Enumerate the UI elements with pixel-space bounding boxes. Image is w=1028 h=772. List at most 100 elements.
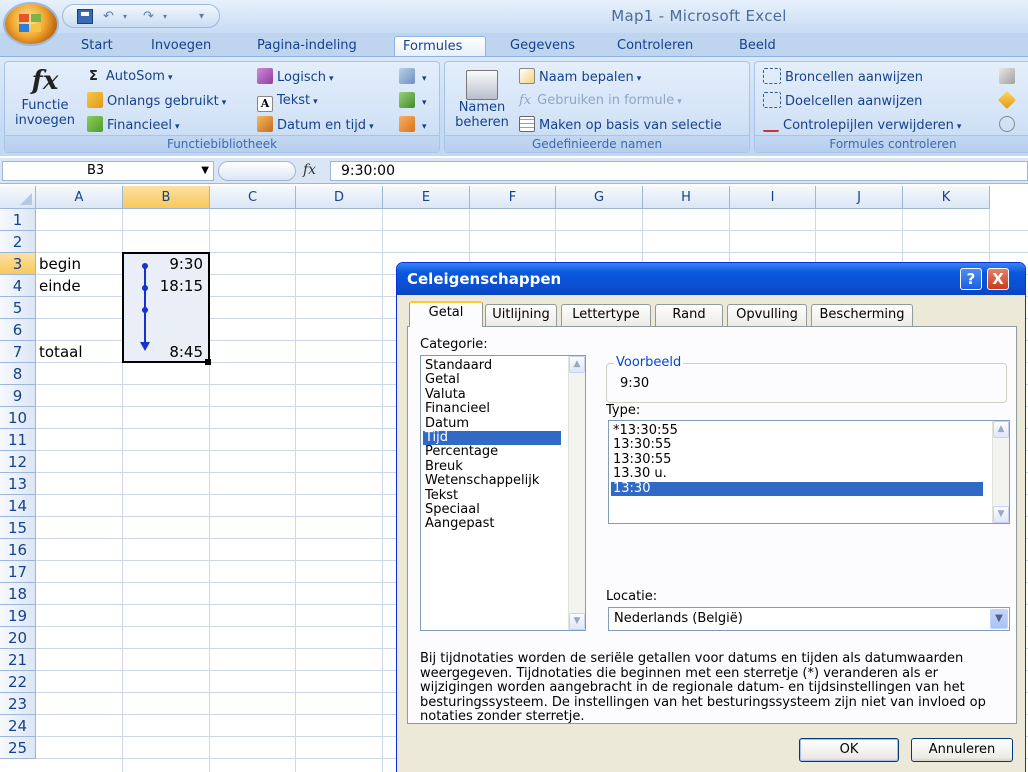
- row-header-8[interactable]: 8: [0, 363, 36, 385]
- financial-button[interactable]: Financieel ▾: [87, 116, 180, 134]
- logical-button[interactable]: Logisch ▾: [257, 68, 334, 86]
- locale-select[interactable]: Nederlands (België) ▼: [608, 607, 1010, 631]
- row-header-12[interactable]: 12: [0, 451, 36, 473]
- trace-dependents-button[interactable]: Doelcellen aanwijzen: [763, 92, 922, 110]
- recent-button[interactable]: Onlangs gebruikt ▾: [87, 92, 226, 110]
- column-header-g[interactable]: G: [556, 186, 643, 209]
- tab-controleren[interactable]: Controleren: [609, 36, 701, 58]
- type-item[interactable]: 13:30: [611, 481, 983, 496]
- row-header-23[interactable]: 23: [0, 693, 36, 715]
- formula-input[interactable]: 9:30:00: [330, 161, 1028, 181]
- category-scrollbar[interactable]: ▲ ▼: [568, 356, 585, 630]
- column-header-a[interactable]: A: [36, 186, 123, 209]
- tab-rand[interactable]: Rand: [655, 304, 723, 326]
- type-scrollbar[interactable]: ▲ ▼: [992, 421, 1009, 523]
- cell-b7[interactable]: 8:45: [126, 341, 207, 363]
- office-button[interactable]: [5, 4, 57, 44]
- category-item-breuk[interactable]: Breuk: [425, 459, 463, 474]
- row-header-10[interactable]: 10: [0, 407, 36, 429]
- math-button[interactable]: ▾: [399, 92, 427, 110]
- datetime-button[interactable]: Datum en tijd ▾: [257, 116, 374, 134]
- type-item[interactable]: 13.30 u.: [613, 467, 667, 481]
- type-item[interactable]: *13:30:55: [613, 424, 678, 438]
- column-header-i[interactable]: I: [730, 186, 816, 209]
- column-header-b[interactable]: B: [123, 186, 210, 209]
- category-item-valuta[interactable]: Valuta: [425, 387, 466, 402]
- category-item-aangepast[interactable]: Aangepast: [425, 517, 494, 531]
- tab-formules[interactable]: Formules: [394, 36, 486, 58]
- help-button[interactable]: ?: [960, 268, 982, 290]
- tab-opvulling[interactable]: Opvulling: [727, 304, 807, 326]
- chevron-down-icon[interactable]: ▼: [990, 609, 1008, 629]
- lookup-button[interactable]: ▾: [399, 68, 427, 86]
- row-header-1[interactable]: 1: [0, 209, 36, 231]
- type-item[interactable]: 13:30:55: [613, 452, 671, 467]
- row-header-6[interactable]: 6: [0, 319, 36, 341]
- tab-pagina-indeling[interactable]: Pagina-indeling: [249, 36, 365, 58]
- row-header-16[interactable]: 16: [0, 539, 36, 561]
- name-manager-button[interactable]: Namen beheren: [449, 66, 515, 134]
- row-header-5[interactable]: 5: [0, 297, 36, 319]
- column-header-k[interactable]: K: [903, 186, 990, 209]
- select-all-button[interactable]: [0, 186, 36, 209]
- scroll-down-icon[interactable]: ▼: [993, 506, 1009, 523]
- category-item-financieel[interactable]: Financieel: [425, 402, 490, 416]
- tab-start[interactable]: Start: [73, 36, 121, 58]
- cell-b4[interactable]: 18:15: [126, 275, 207, 297]
- create-from-selection-button[interactable]: Maken op basis van selectie: [519, 116, 722, 134]
- row-header-24[interactable]: 24: [0, 715, 36, 737]
- close-button[interactable]: X: [987, 268, 1009, 290]
- tab-gegevens[interactable]: Gegevens: [502, 36, 583, 58]
- insert-function-button[interactable]: fx Functie invoegen: [9, 64, 81, 134]
- category-item-percentage[interactable]: Percentage: [425, 445, 498, 459]
- category-item-getal[interactable]: Getal: [425, 373, 460, 387]
- scroll-up-icon[interactable]: ▲: [569, 356, 585, 373]
- category-item-tekst[interactable]: Tekst: [425, 488, 458, 503]
- cell-a4[interactable]: einde: [39, 275, 120, 297]
- formula-bar-splitter[interactable]: [218, 161, 296, 181]
- cell-a7[interactable]: totaal: [39, 341, 120, 363]
- category-item-datum[interactable]: Datum: [425, 416, 469, 431]
- category-list[interactable]: Standaard Getal Valuta Financieel Datum Tijd P…: [420, 355, 586, 631]
- type-item[interactable]: 13:30:55: [613, 438, 671, 452]
- text-button[interactable]: A Tekst ▾: [257, 92, 318, 112]
- row-header-25[interactable]: 25: [0, 737, 36, 759]
- ok-button[interactable]: OK: [799, 738, 899, 762]
- tab-uitlijning[interactable]: Uitlijning: [485, 304, 557, 326]
- column-header-j[interactable]: J: [816, 186, 903, 209]
- scroll-up-icon[interactable]: ▲: [993, 421, 1009, 438]
- tab-bescherming[interactable]: Bescherming: [811, 304, 913, 326]
- column-header-e[interactable]: E: [383, 186, 470, 209]
- tab-lettertype[interactable]: Lettertype: [561, 304, 651, 326]
- category-item-speciaal[interactable]: Speciaal: [425, 503, 480, 517]
- category-item-standaard[interactable]: Standaard: [425, 359, 492, 373]
- tab-getal[interactable]: Getal: [409, 301, 483, 327]
- autosum-button[interactable]: Σ AutoSom ▾: [89, 68, 172, 86]
- row-header-11[interactable]: 11: [0, 429, 36, 451]
- row-header-14[interactable]: 14: [0, 495, 36, 517]
- name-box[interactable]: B3 ▼: [2, 161, 214, 181]
- row-header-20[interactable]: 20: [0, 627, 36, 649]
- column-header-f[interactable]: F: [470, 186, 556, 209]
- evaluate-formula-button[interactable]: [999, 116, 1019, 134]
- row-header-17[interactable]: 17: [0, 561, 36, 583]
- error-checking-button[interactable]: [997, 90, 1019, 110]
- insert-function-icon[interactable]: fx: [303, 162, 316, 178]
- type-list[interactable]: *13:30:55 13:30:55 13:30:55 13.30 u. 13:30 ▲…: [608, 420, 1010, 524]
- trace-precedents-button[interactable]: Broncellen aanwijzen: [763, 68, 923, 86]
- cell-b3[interactable]: 9:30: [126, 253, 207, 275]
- row-header-4[interactable]: 4: [0, 275, 36, 297]
- row-header-2[interactable]: 2: [0, 231, 36, 253]
- row-header-19[interactable]: 19: [0, 605, 36, 627]
- chevron-down-icon[interactable]: ▼: [201, 162, 209, 180]
- tab-beeld[interactable]: Beeld: [731, 36, 784, 58]
- show-formulas-button[interactable]: [999, 68, 1019, 86]
- category-item-tijd[interactable]: Tijd: [423, 431, 561, 445]
- row-header-21[interactable]: 21: [0, 649, 36, 671]
- row-header-18[interactable]: 18: [0, 583, 36, 605]
- cell-a3[interactable]: begin: [39, 253, 120, 275]
- row-header-22[interactable]: 22: [0, 671, 36, 693]
- category-item-wetenschappelijk[interactable]: Wetenschappelijk: [425, 474, 539, 488]
- row-header-9[interactable]: 9: [0, 385, 36, 407]
- remove-arrows-button[interactable]: Controlepijlen verwijderen ▾: [763, 116, 961, 134]
